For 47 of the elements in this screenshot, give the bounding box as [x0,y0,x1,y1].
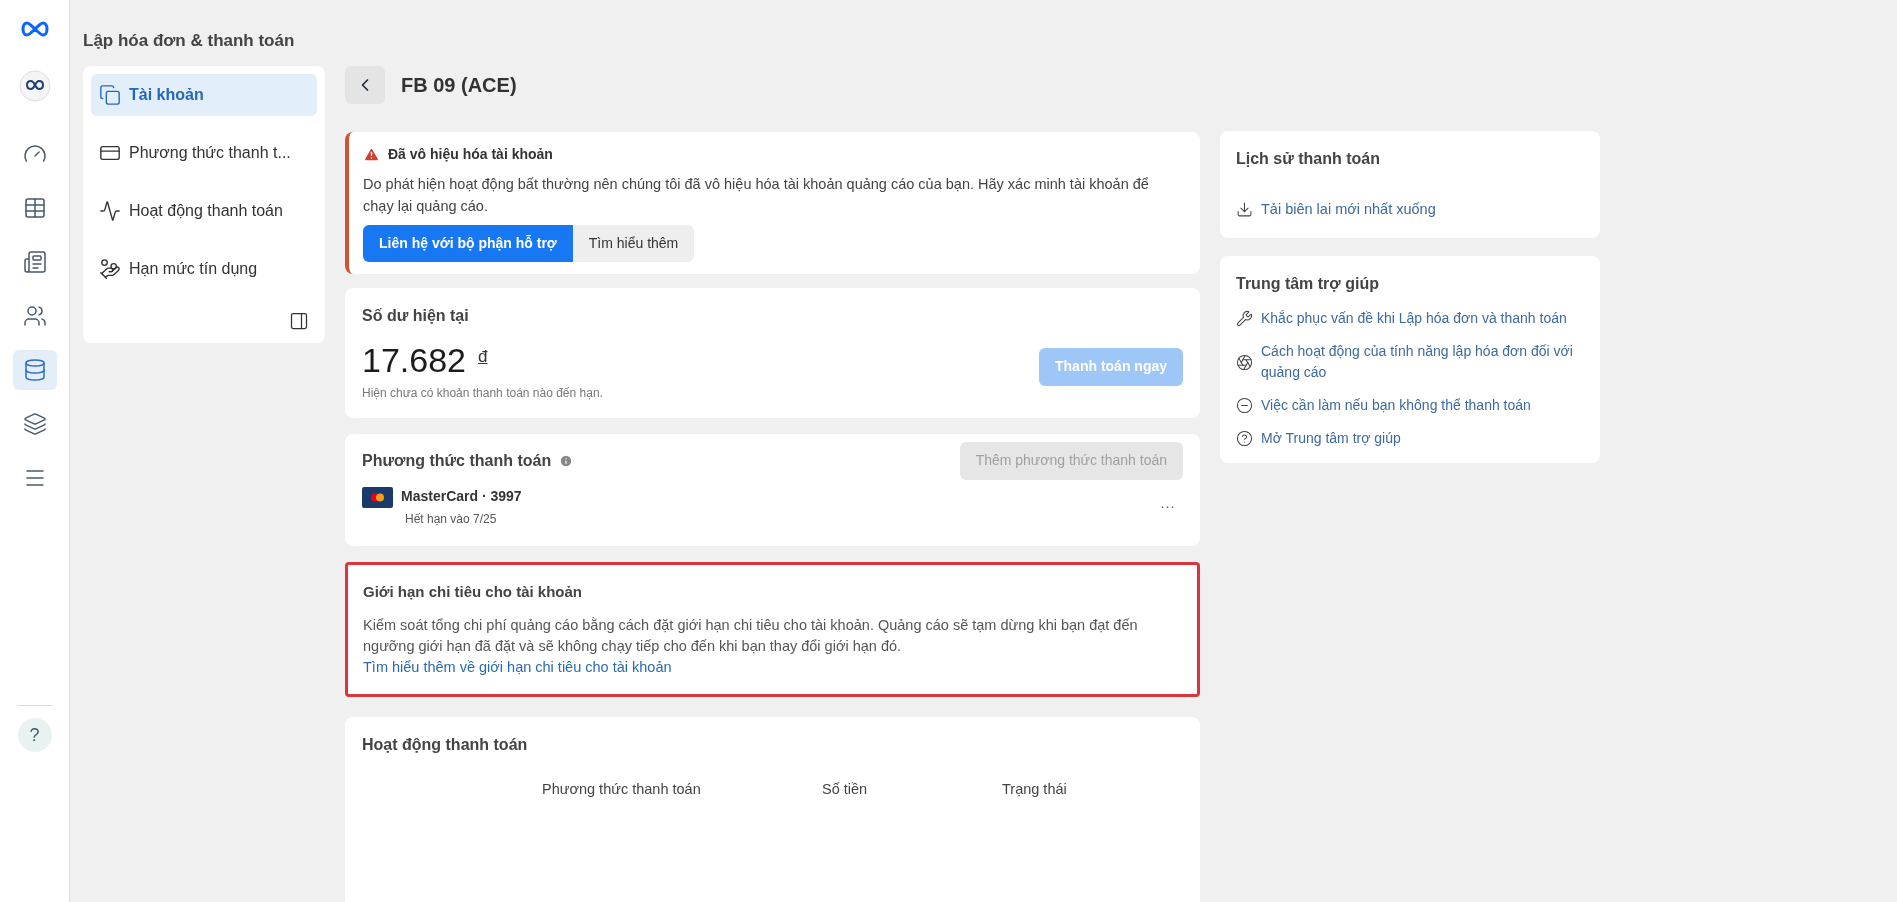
wrench-icon [1236,310,1253,328]
sidebar-item[interactable]: Phương thức thanh t... [91,131,317,174]
help-link[interactable]: Khắc phục vấn đề khi Lập hóa đơn và thanh toán [1261,308,1567,330]
help-link[interactable]: Mở Trung tâm trợ giúp [1261,428,1401,450]
more-options-button[interactable]: ··· [1160,495,1175,518]
sidebar-item[interactable]: Hạn mức tín dụng [91,247,317,290]
download-icon [1236,200,1253,218]
card-expiry: Hết hạn vào 7/25 [405,510,498,528]
alert-title: Đã vô hiệu hóa tài khoản [388,144,553,164]
panel-icon [289,310,309,331]
help-link[interactable]: Cách hoạt động của tính năng lập hóa đơn đối với quảng cáo [1261,341,1584,384]
collapse-panel-button[interactable] [289,310,309,331]
payment-methods-title: Phương thức thanh toán [362,450,552,471]
spending-limit-text: Kiểm soát tổng chi phí quảng cáo bằng cách đặt giới hạn chi tiêu cho tài khoản. Quảng cáo sẽ tạm dừng khi bạn đạt đến ngưỡng giới hạn đã đặt và sẽ không chạy tiếp cho đến khi bạn thay đổi giới hạn đó. Tìm hiểu thêm về giới hạn chi tiêu cho tài khoản [363,616,1139,677]
help-center-title: Trung tâm trợ giúp [1236,274,1380,295]
minus-circle-icon [1236,397,1253,415]
sidebar-item[interactable]: Hoạt động thanh toán [91,189,317,232]
learn-more-button[interactable]: Tìm hiểu thêm [572,224,695,262]
card-name: MasterCard · 3997 [401,486,522,506]
balance-title: Số dư hiện tại [362,305,470,326]
accounts-icon [99,83,121,106]
help-icon [1236,430,1253,448]
database-icon[interactable] [12,350,57,390]
download-receipt-link[interactable]: Tải biên lai mới nhất xuống [1236,198,1584,221]
payment-history-title: Lịch sử thanh toán [1236,148,1382,169]
contact-support-button[interactable]: Liên hệ với bộ phận hỗ trợ [363,224,573,262]
currency-symbol: đ [478,345,488,368]
page-title: Lập hóa đơn & thanh toán [83,30,296,52]
spending-limit-link[interactable]: Tìm hiểu thêm về giới hạn chi tiêu cho tài khoản [363,659,672,675]
column-header: Trạng thái [1002,780,1067,799]
help-link[interactable]: Việc cần làm nếu bạn không thể thanh toán [1261,395,1531,417]
spending-limit-title: Giới hạn chi tiêu cho tài khoản [363,581,584,602]
info-icon [559,453,574,468]
payment-activity-title: Hoạt động thanh toán [362,735,529,755]
warning-icon [363,145,380,163]
pulse-icon [99,199,121,222]
alert-message: Do phát hiện hoạt động bất thường nên chúng tôi đã vô hiệu hóa tài khoản quảng cáo của bạn. Hãy xác minh tài khoản để chạy lại quảng cáo. [363,174,1150,216]
hand-coin-icon [99,257,121,280]
balance-amount: 17.682 [362,339,466,380]
account-avatar[interactable] [18,70,51,102]
mastercard-icon [362,486,393,508]
column-header: Số tiền [822,780,868,799]
column-header: Phương thức thanh toán [542,780,701,799]
sidebar-item[interactable]: Tài khoản [91,73,317,116]
balance-note: Hiện chưa có khoản thanh toán nào đến hạn. [362,384,604,402]
help-button[interactable]: ? [17,718,52,752]
account-name: FB 09 (ACE) [401,72,517,98]
